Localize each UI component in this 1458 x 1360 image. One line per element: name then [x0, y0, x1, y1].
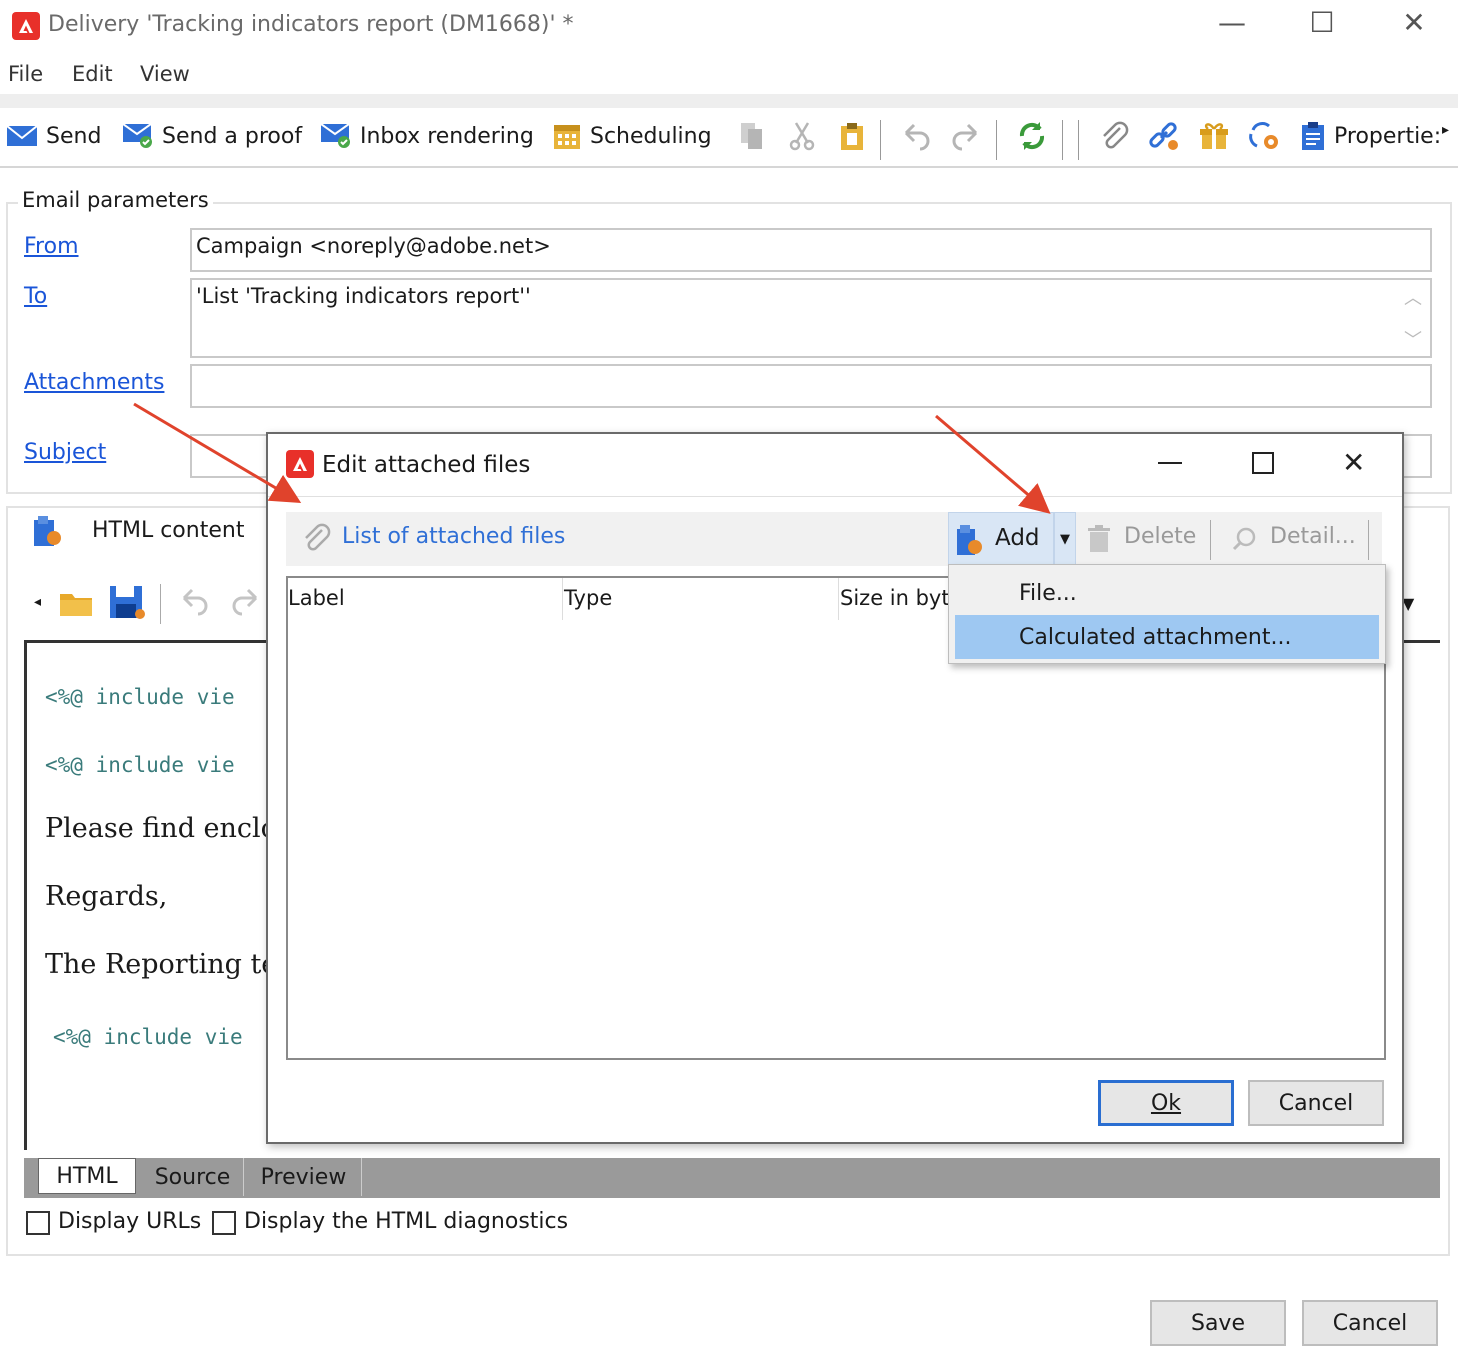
arrow-to-list: [133, 402, 302, 504]
arrow-to-add: [935, 414, 1051, 514]
annotation-arrows: [133, 402, 1051, 514]
